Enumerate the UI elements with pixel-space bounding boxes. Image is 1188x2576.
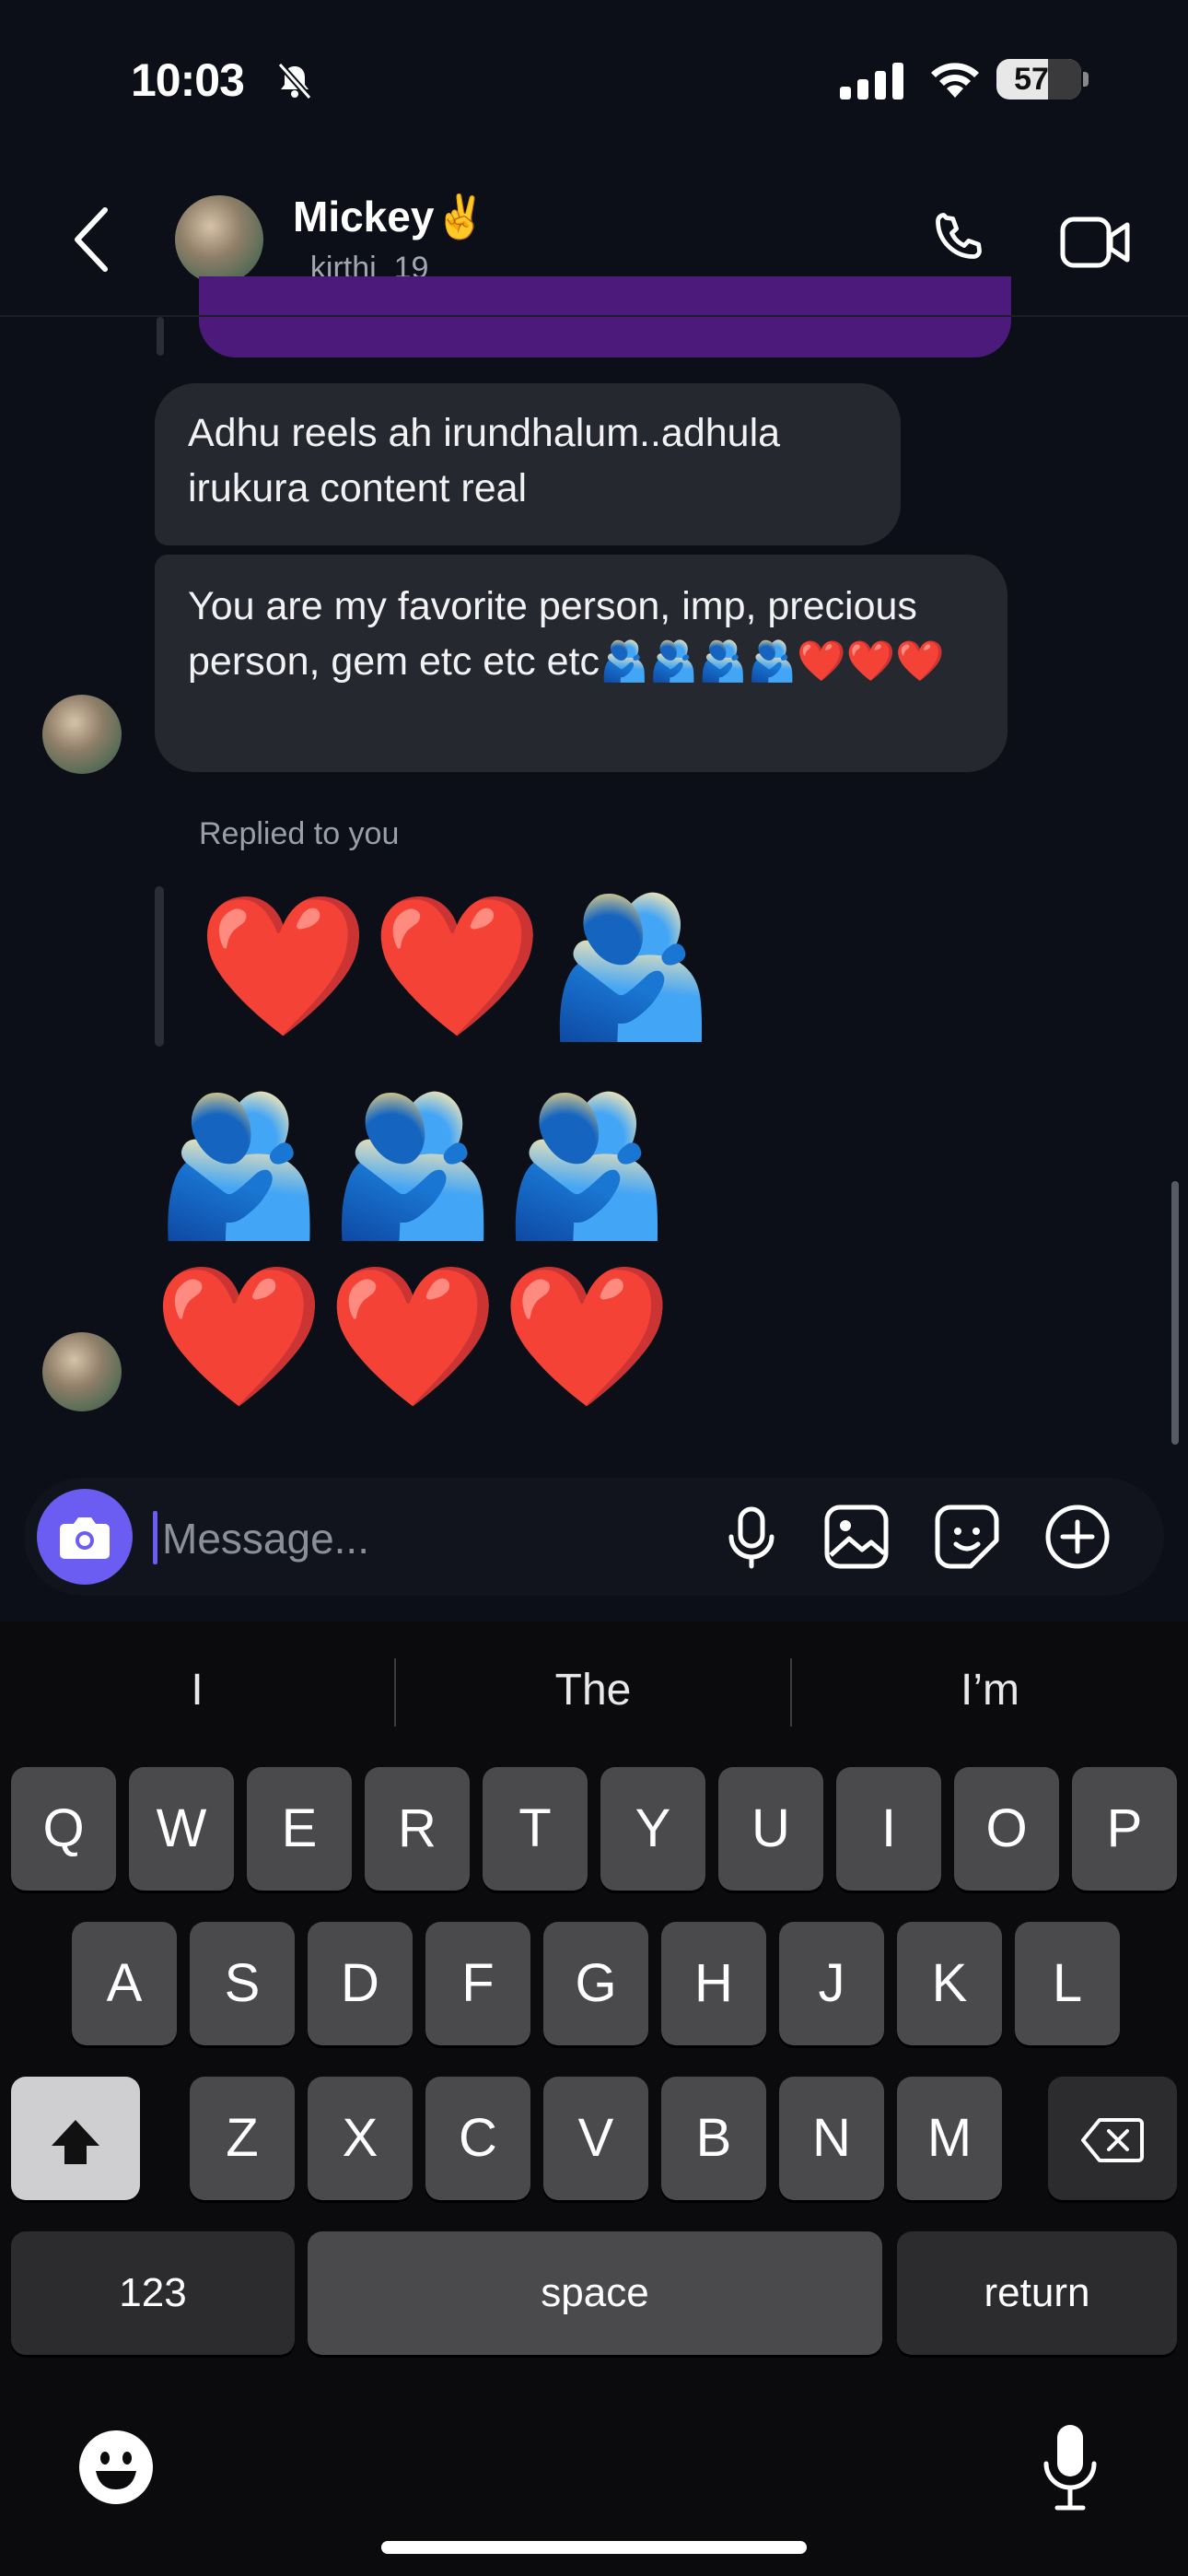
key-v[interactable]: V [543, 2077, 648, 2200]
key-w[interactable]: W [129, 1767, 234, 1891]
key-a[interactable]: A [72, 1922, 177, 2045]
battery-icon: 57 [996, 59, 1081, 100]
suggestion[interactable]: I [0, 1622, 394, 1760]
status-time: 10:03 [131, 54, 245, 106]
contact-name[interactable]: Mickey✌️ [293, 192, 487, 242]
camera-button[interactable] [37, 1489, 133, 1585]
battery-nub [1083, 72, 1089, 87]
delete-icon [1081, 2118, 1144, 2163]
sender-avatar[interactable] [42, 1332, 122, 1411]
key-r[interactable]: R [365, 1767, 470, 1891]
key-l[interactable]: L [1015, 1922, 1120, 2045]
key-z[interactable]: Z [190, 2077, 295, 2200]
scrollbar[interactable] [1171, 1181, 1179, 1445]
replied-to-you-label: Replied to you [199, 816, 400, 851]
microphone-icon[interactable] [715, 1500, 788, 1574]
received-message-bubble[interactable]: Adhu reels ah irundhalum..adhula irukura… [155, 383, 901, 545]
emoji-icon[interactable] [77, 2429, 155, 2506]
back-chevron-icon[interactable] [70, 205, 112, 275]
home-indicator[interactable] [381, 2541, 807, 2554]
key-h[interactable]: H [661, 1922, 766, 2045]
message-input[interactable] [158, 1502, 681, 1575]
delete-key[interactable] [1048, 2077, 1177, 2200]
key-p[interactable]: P [1072, 1767, 1177, 1891]
video-camera-icon[interactable] [1059, 212, 1133, 273]
wifi-icon [931, 63, 979, 98]
plus-circle-icon[interactable] [1041, 1500, 1114, 1574]
battery-level: 57 [1014, 62, 1049, 97]
return-key[interactable]: return [897, 2231, 1177, 2355]
sender-avatar[interactable] [42, 695, 122, 774]
key-o[interactable]: O [954, 1767, 1059, 1891]
key-g[interactable]: G [543, 1922, 648, 2045]
key-e[interactable]: E [247, 1767, 352, 1891]
key-i[interactable]: I [836, 1767, 941, 1891]
key-c[interactable]: C [425, 2077, 530, 2200]
key-x[interactable]: X [308, 2077, 413, 2200]
key-k[interactable]: K [897, 1922, 1002, 2045]
text-cursor [153, 1511, 157, 1564]
contact-avatar[interactable] [175, 195, 263, 284]
sticker-icon[interactable] [930, 1500, 1004, 1574]
emoji-message[interactable]: ❤️❤️❤️ [153, 1262, 674, 1410]
key-b[interactable]: B [661, 2077, 766, 2200]
camera-icon [60, 1517, 110, 1559]
suggestion[interactable]: I’m [792, 1622, 1188, 1760]
dictation-mic-icon[interactable] [1039, 2421, 1101, 2513]
key-n[interactable]: N [779, 2077, 884, 2200]
key-s[interactable]: S [190, 1922, 295, 2045]
key-y[interactable]: Y [600, 1767, 705, 1891]
suggestion[interactable]: The [396, 1622, 790, 1760]
reply-quote-line [155, 886, 164, 1047]
key-m[interactable]: M [897, 2077, 1002, 2200]
gallery-icon[interactable] [820, 1500, 893, 1574]
sent-message-bubble[interactable] [199, 276, 1011, 357]
reply-thread-line [157, 317, 164, 356]
received-message-bubble[interactable]: You are my favorite person, imp, preciou… [155, 555, 1007, 772]
phone-icon[interactable] [928, 208, 995, 275]
key-j[interactable]: J [779, 1922, 884, 2045]
key-d[interactable]: D [308, 1922, 413, 2045]
shift-key[interactable] [11, 2077, 140, 2200]
cellular-signal-icon [840, 63, 903, 100]
key-q[interactable]: Q [11, 1767, 116, 1891]
bell-slash-icon [277, 62, 312, 100]
numbers-key[interactable]: 123 [11, 2231, 295, 2355]
key-u[interactable]: U [718, 1767, 823, 1891]
header-divider [0, 315, 1188, 317]
emoji-message[interactable]: 🫂🫂🫂 [153, 1091, 674, 1238]
emoji-message[interactable]: ❤️❤️🫂 [197, 892, 718, 1039]
space-key[interactable]: space [308, 2231, 882, 2355]
key-f[interactable]: F [425, 1922, 530, 2045]
shift-icon [52, 2119, 99, 2164]
key-t[interactable]: T [483, 1767, 588, 1891]
